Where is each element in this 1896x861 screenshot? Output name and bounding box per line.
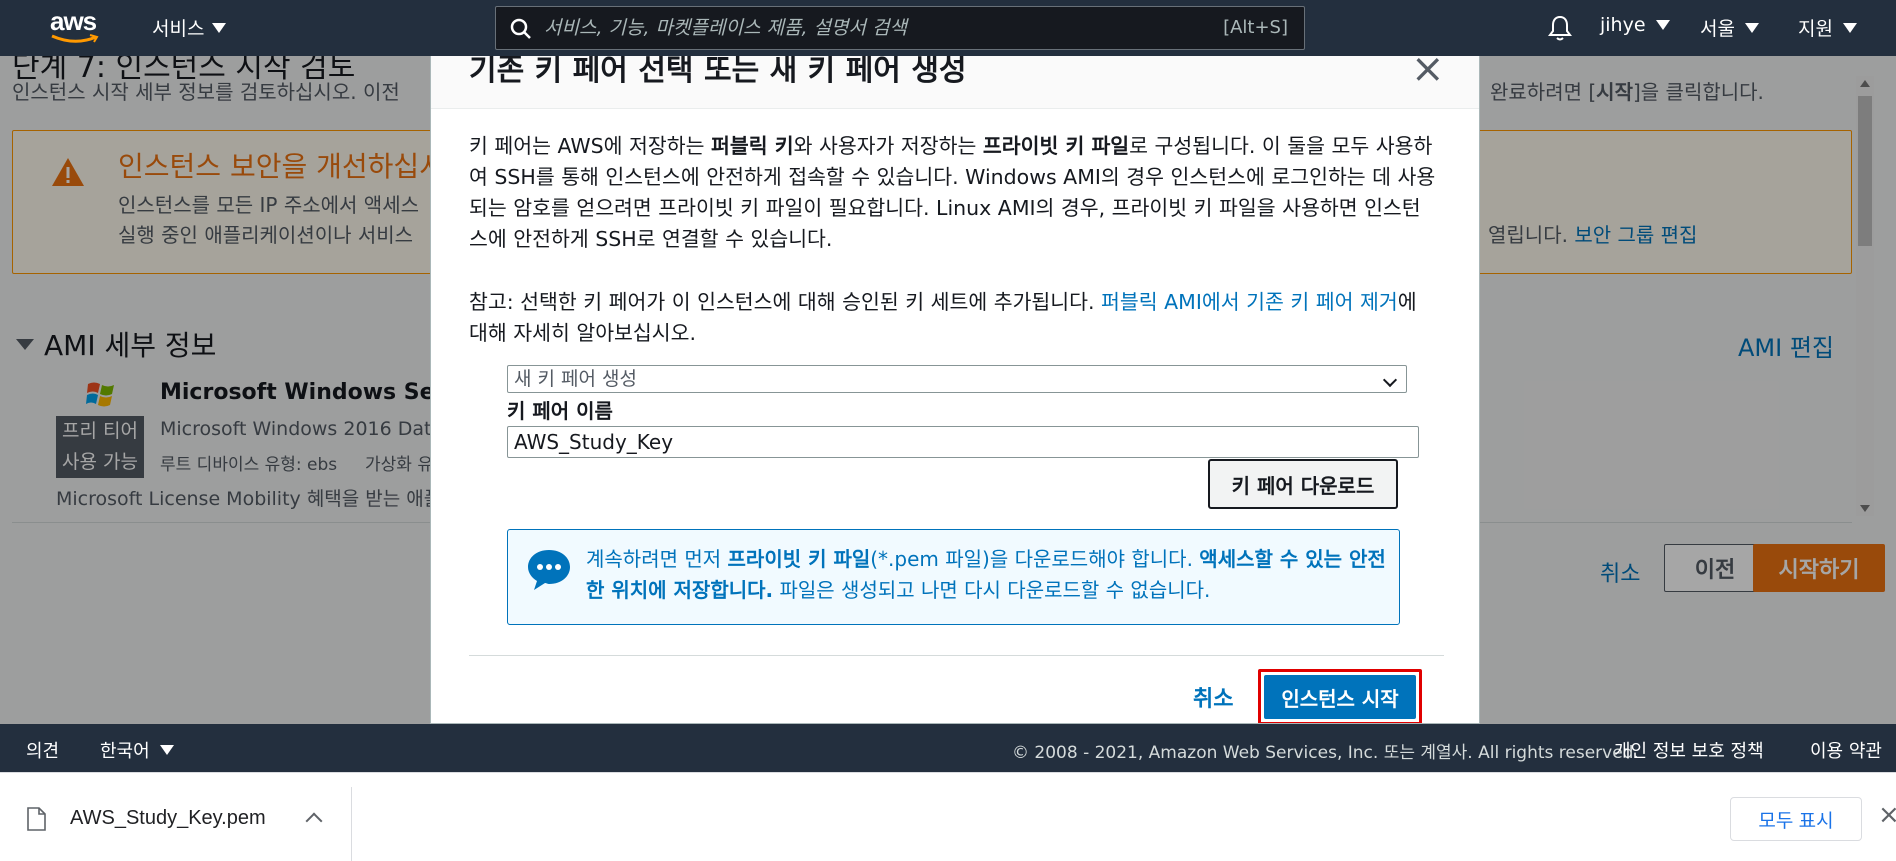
text: 파일은 생성되고 나면 다시 다운로드할 수 없습니다. — [773, 578, 1211, 602]
launch-instance-button[interactable]: 인스턴스 시작 — [1264, 675, 1416, 719]
console-footer: 의견 한국어 © 2008 - 2021, Amazon Web Service… — [0, 724, 1896, 772]
download-info-alert: 계속하려면 먼저 프라이빗 키 파일(*.pem 파일)을 다운로드해야 합니다… — [507, 529, 1400, 625]
services-label: 서비스 — [152, 18, 205, 40]
text: 참고: 선택한 키 페어가 이 인스턴스에 대해 승인된 키 세트에 추가됩니다… — [469, 290, 1102, 314]
top-nav: aws 서비스 [Alt+S] jihye 서울 지원 — [0, 0, 1896, 56]
caret-down-icon — [1842, 22, 1857, 33]
caret-down-icon — [212, 22, 227, 33]
file-icon — [27, 807, 46, 831]
divider — [469, 655, 1444, 656]
text-bold: 퍼블릭 키 — [711, 134, 794, 158]
download-info-text: 계속하려면 먼저 프라이빗 키 파일(*.pem 파일)을 다운로드해야 합니다… — [586, 544, 1386, 606]
services-menu[interactable]: 서비스 — [152, 14, 227, 41]
user-name: jihye — [1600, 14, 1646, 36]
caret-down-icon — [159, 745, 174, 755]
bell-icon[interactable] — [1547, 14, 1573, 42]
terms-link[interactable]: 이용 약관 — [1810, 737, 1882, 763]
download-key-pair-button[interactable]: 키 페어 다운로드 — [1208, 459, 1398, 509]
language-label: 한국어 — [100, 741, 150, 762]
download-bar: AWS_Study_Key.pem 모두 표시 × — [0, 772, 1896, 861]
privacy-link[interactable]: 개인 정보 보호 정책 — [1614, 737, 1764, 763]
key-pair-note: 참고: 선택한 키 페어가 이 인스턴스에 대해 승인된 키 세트에 추가됩니다… — [469, 287, 1439, 349]
caret-down-icon — [1655, 20, 1670, 30]
search-box[interactable]: [Alt+S] — [495, 6, 1305, 50]
support-menu[interactable]: 지원 — [1798, 14, 1857, 41]
support-label: 지원 — [1798, 18, 1833, 40]
aws-logo[interactable]: aws — [50, 8, 110, 48]
chat-bubble-icon — [528, 550, 570, 590]
key-pair-name-label: 키 페어 이름 — [507, 399, 613, 423]
text: 계속하려면 먼저 — [586, 547, 728, 571]
text-bold: 프라이빗 키 파일 — [982, 134, 1130, 158]
text: 와 사용자가 저장하는 — [793, 134, 983, 158]
search-shortcut: [Alt+S] — [1223, 17, 1288, 38]
aws-logo-text: aws — [50, 6, 97, 36]
search-input[interactable] — [544, 7, 1204, 49]
key-pair-dialog: 기존 키 페어 선택 또는 새 키 페어 생성 × 키 페어는 AWS에 저장하… — [430, 32, 1480, 724]
close-icon[interactable]: × — [1878, 801, 1896, 829]
key-pair-name-input[interactable] — [507, 426, 1419, 458]
text: 키 페어는 AWS에 저장하는 — [469, 134, 711, 158]
divider — [351, 787, 352, 861]
search-icon — [510, 18, 531, 39]
key-pair-description: 키 페어는 AWS에 저장하는 퍼블릭 키와 사용자가 저장하는 프라이빗 키 … — [469, 131, 1439, 255]
language-menu[interactable]: 한국어 — [100, 737, 174, 763]
user-menu[interactable]: jihye — [1600, 14, 1670, 36]
dialog-cancel-link[interactable]: 취소 — [1193, 681, 1233, 713]
text: (*.pem 파일)을 다운로드해야 합니다. — [870, 547, 1200, 571]
key-pair-option-select[interactable]: 새 키 페어 생성 — [507, 365, 1407, 393]
launch-highlight: 인스턴스 시작 — [1258, 669, 1422, 723]
text-bold: 프라이빗 키 파일 — [727, 547, 871, 571]
region-menu[interactable]: 서울 — [1700, 14, 1759, 41]
show-all-button[interactable]: 모두 표시 — [1730, 797, 1862, 841]
feedback-link[interactable]: 의견 — [26, 737, 59, 763]
copyright: © 2008 - 2021, Amazon Web Services, Inc.… — [1012, 743, 1639, 763]
caret-down-icon — [1744, 22, 1759, 33]
remove-key-pair-link[interactable]: 퍼블릭 AMI에서 기존 키 페어 제거 — [1101, 290, 1398, 314]
chevron-up-icon[interactable] — [305, 812, 323, 830]
downloaded-file-name[interactable]: AWS_Study_Key.pem — [70, 807, 266, 830]
region-name: 서울 — [1700, 18, 1735, 40]
